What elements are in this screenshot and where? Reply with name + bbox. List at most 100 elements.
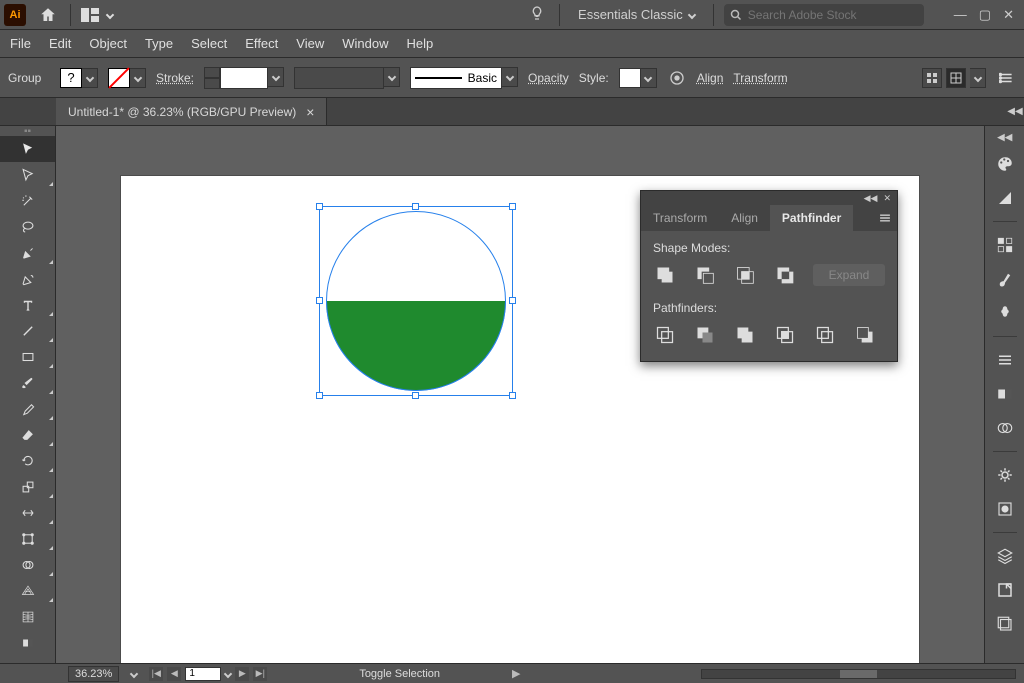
magic-wand-tool[interactable] <box>0 188 55 214</box>
intersect-button[interactable] <box>733 263 757 287</box>
merge-button[interactable] <box>733 323 757 347</box>
menu-object[interactable]: Object <box>89 36 127 51</box>
horizontal-scrollbar[interactable] <box>701 669 1016 679</box>
stock-search-input[interactable] <box>748 8 918 22</box>
asset-export-panel-icon[interactable] <box>992 577 1018 603</box>
menu-select[interactable]: Select <box>191 36 227 51</box>
panel-menu-icon[interactable] <box>873 205 897 231</box>
window-maximize[interactable]: ▢ <box>979 7 991 23</box>
align-panel-link[interactable]: Align <box>697 71 724 85</box>
color-panel-icon[interactable] <box>992 151 1018 177</box>
lasso-tool[interactable] <box>0 214 55 240</box>
document-tab-close[interactable]: × <box>306 104 314 120</box>
graphic-style-swatch[interactable] <box>619 68 641 88</box>
control-menu-icon[interactable] <box>996 68 1016 88</box>
menu-help[interactable]: Help <box>406 36 433 51</box>
zoom-dropdown[interactable] <box>130 669 138 677</box>
stroke-panel-link[interactable]: Stroke: <box>156 71 194 85</box>
gradient-tool[interactable] <box>0 630 55 656</box>
menu-window[interactable]: Window <box>342 36 388 51</box>
menu-type[interactable]: Type <box>145 36 173 51</box>
appearance-panel-icon[interactable] <box>992 462 1018 488</box>
selection-tool[interactable] <box>0 136 55 162</box>
pathfinder-panel[interactable]: ◀◀ ✕ Transform Align Pathfinder Shape Mo… <box>640 190 898 362</box>
gradient-panel-icon[interactable] <box>992 381 1018 407</box>
brush-definition[interactable]: Basic <box>410 67 502 89</box>
zoom-level[interactable]: 36.23% <box>68 666 119 682</box>
resize-handle[interactable] <box>509 203 516 210</box>
direct-selection-tool[interactable] <box>0 162 55 188</box>
resize-handle[interactable] <box>509 297 516 304</box>
mesh-tool[interactable] <box>0 604 55 630</box>
resize-handle[interactable] <box>316 392 323 399</box>
perspective-grid-tool[interactable] <box>0 578 55 604</box>
discover-icon[interactable] <box>529 5 549 25</box>
unite-button[interactable] <box>653 263 677 287</box>
expand-button[interactable]: Expand <box>813 264 885 286</box>
eraser-tool[interactable] <box>0 422 55 448</box>
variable-width-profile[interactable] <box>294 67 384 89</box>
resize-handle[interactable] <box>412 203 419 210</box>
minus-front-button[interactable] <box>693 263 717 287</box>
graphic-style-dropdown[interactable] <box>641 68 657 88</box>
layers-panel-icon[interactable] <box>992 543 1018 569</box>
pathfinder-tab[interactable]: Pathfinder <box>770 205 853 231</box>
color-guide-panel-icon[interactable] <box>992 185 1018 211</box>
tools-grabber[interactable]: ▪▪ <box>0 126 55 136</box>
stroke-panel-icon[interactable] <box>992 347 1018 373</box>
edit-contents-button[interactable] <box>946 68 966 88</box>
selection-bounding-box[interactable] <box>319 206 513 396</box>
isolate-group-button[interactable] <box>922 68 942 88</box>
crop-button[interactable] <box>773 323 797 347</box>
swatches-panel-icon[interactable] <box>992 232 1018 258</box>
stroke-dropdown[interactable] <box>130 68 146 88</box>
brushes-panel-icon[interactable] <box>992 266 1018 292</box>
rotate-tool[interactable] <box>0 448 55 474</box>
shaper-tool[interactable] <box>0 396 55 422</box>
scale-tool[interactable] <box>0 474 55 500</box>
artboard-number-field[interactable] <box>185 667 221 681</box>
vwp-dropdown[interactable] <box>384 67 400 87</box>
width-tool[interactable] <box>0 500 55 526</box>
workspace-switcher[interactable]: Essentials Classic <box>570 5 703 24</box>
resize-handle[interactable] <box>316 297 323 304</box>
first-artboard-button[interactable]: |◀ <box>149 667 163 681</box>
artboard-dropdown[interactable] <box>224 669 232 677</box>
resize-handle[interactable] <box>412 392 419 399</box>
transform-panel-link[interactable]: Transform <box>733 71 787 85</box>
divide-button[interactable] <box>653 323 677 347</box>
opacity-panel-link[interactable]: Opacity <box>528 71 569 85</box>
free-transform-tool[interactable] <box>0 526 55 552</box>
trim-button[interactable] <box>693 323 717 347</box>
stock-search[interactable] <box>724 4 924 26</box>
minus-back-button[interactable] <box>853 323 877 347</box>
recolor-artwork-button[interactable] <box>667 68 687 88</box>
resize-handle[interactable] <box>509 392 516 399</box>
document-tab[interactable]: Untitled-1* @ 36.23% (RGB/GPU Preview) × <box>56 98 327 125</box>
arrange-documents-button[interactable] <box>81 5 121 25</box>
home-button[interactable] <box>36 3 60 27</box>
paintbrush-tool[interactable] <box>0 370 55 396</box>
outline-button[interactable] <box>813 323 837 347</box>
resize-handle[interactable] <box>316 203 323 210</box>
rectangle-tool[interactable] <box>0 344 55 370</box>
menu-view[interactable]: View <box>296 36 324 51</box>
brush-dropdown[interactable] <box>502 67 518 87</box>
window-close[interactable]: ✕ <box>1003 7 1014 23</box>
stroke-weight-spinner[interactable] <box>204 67 220 89</box>
stroke-swatch[interactable] <box>108 68 130 88</box>
stroke-weight-dropdown[interactable] <box>268 67 284 87</box>
panel-close-icon[interactable]: ✕ <box>883 193 891 204</box>
graphic-styles-panel-icon[interactable] <box>992 496 1018 522</box>
shape-builder-tool[interactable] <box>0 552 55 578</box>
fill-swatch[interactable]: ? <box>60 68 82 88</box>
iso-dropdown[interactable] <box>970 68 986 88</box>
menu-file[interactable]: File <box>10 36 31 51</box>
symbols-panel-icon[interactable] <box>992 300 1018 326</box>
transform-tab[interactable]: Transform <box>641 205 719 231</box>
curvature-tool[interactable] <box>0 266 55 292</box>
transparency-panel-icon[interactable] <box>992 415 1018 441</box>
type-tool[interactable] <box>0 292 55 318</box>
stroke-weight-field[interactable] <box>220 67 268 89</box>
collapse-right-panels[interactable]: ◀◀ <box>1006 98 1024 125</box>
